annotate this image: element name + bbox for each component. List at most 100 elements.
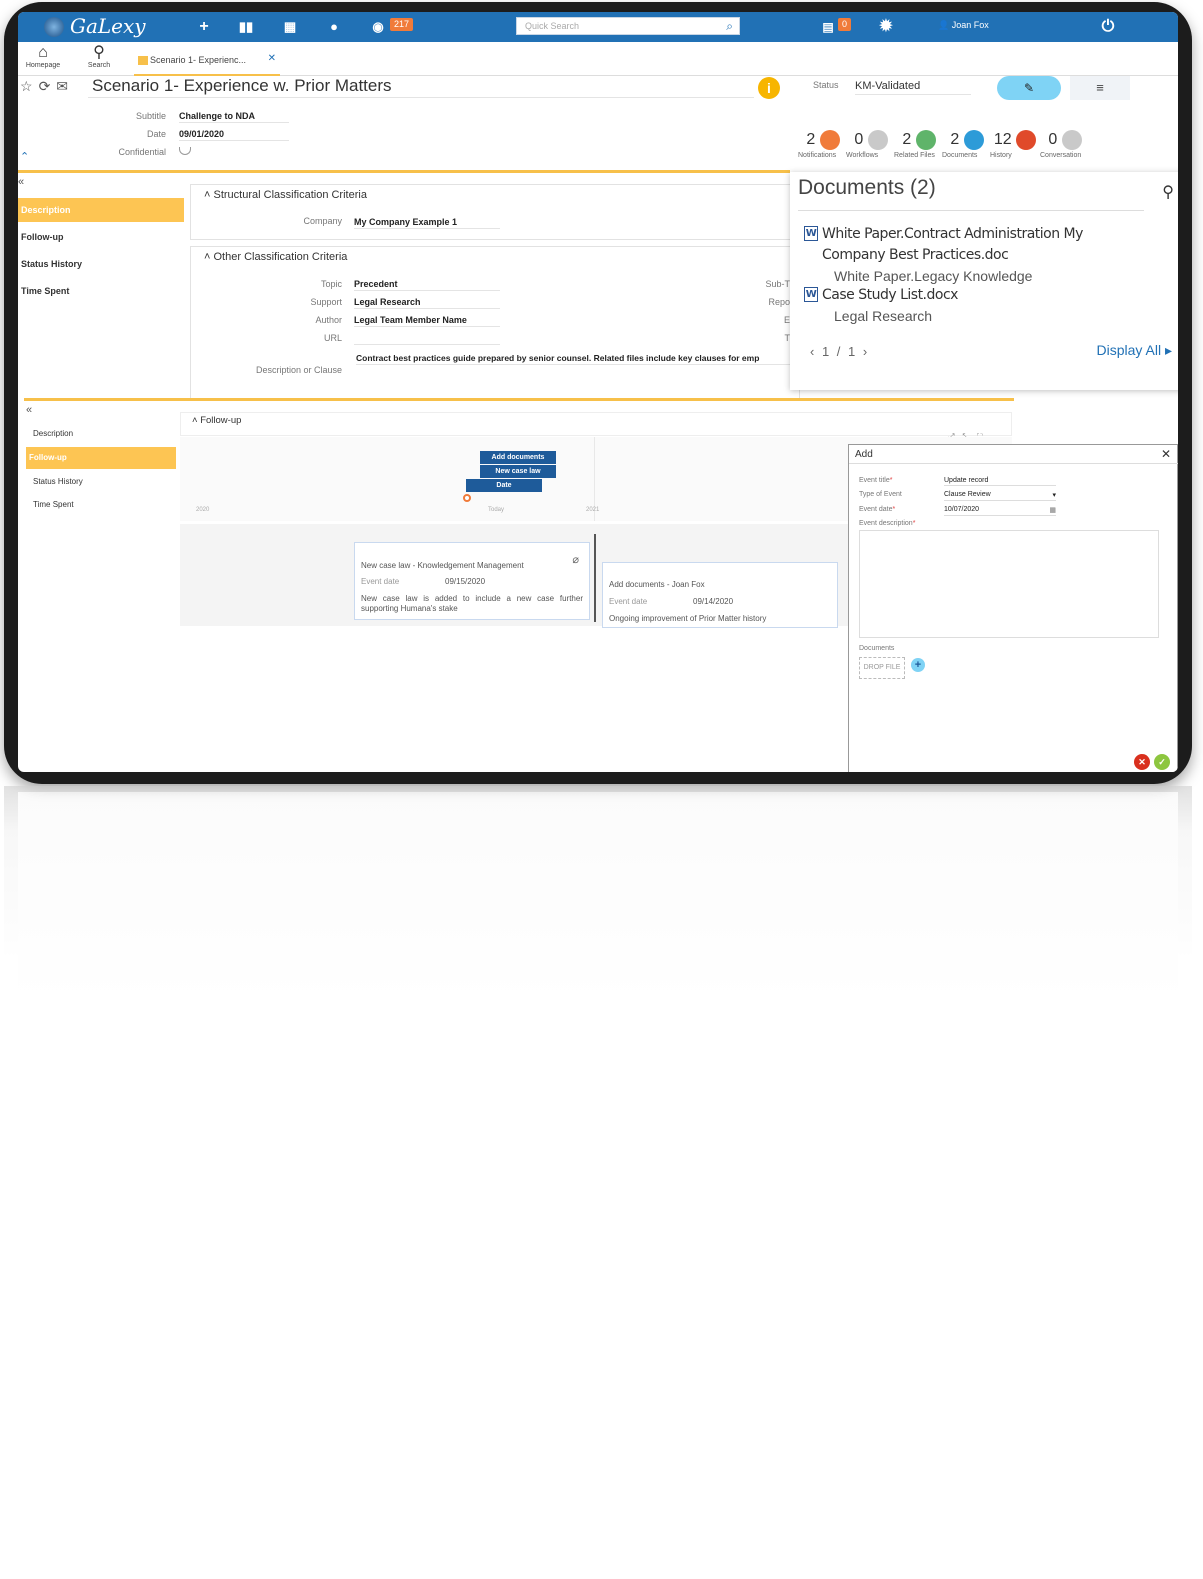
gear-icon[interactable]: ✹: [876, 17, 896, 37]
card-1-text: New case law is added to include a new c…: [361, 594, 583, 613]
add-file-icon[interactable]: +: [911, 658, 925, 672]
document-link-2[interactable]: W Case Study List.docx: [804, 287, 958, 303]
document-link-1[interactable]: W White Paper.Contract Administration My: [804, 226, 1083, 242]
author-value[interactable]: Legal Team Member Name: [354, 315, 500, 327]
followup-card-2[interactable]: Add documents - Joan Fox Event date 09/1…: [602, 562, 838, 628]
card-1-date: 09/15/2020: [445, 577, 486, 586]
chat-icon[interactable]: ●: [324, 17, 344, 37]
timeline-event-new-case-law[interactable]: New case law: [480, 465, 556, 478]
event-type-select[interactable]: Clause Review ▾: [944, 491, 1056, 501]
counter-notifications[interactable]: 2 Notifications: [798, 130, 848, 159]
star-icon[interactable]: ☆: [20, 78, 39, 94]
close-icon[interactable]: ✕: [1161, 447, 1171, 461]
edit-button[interactable]: ✎: [997, 76, 1061, 100]
add-event-dialog: Add ✕ Event title* Update record Type of…: [848, 444, 1178, 772]
app-logo[interactable]: GaLexy: [70, 14, 146, 38]
description-value[interactable]: Contract best practices guide prepared b…: [356, 353, 792, 365]
add-icon[interactable]: +: [194, 17, 214, 37]
collapse-left-icon[interactable]: «: [26, 404, 32, 416]
subtitle-value[interactable]: Challenge to NDA: [179, 111, 289, 123]
magnifier-icon: ⚲: [93, 44, 105, 61]
counter-related-files[interactable]: 2 Related Files: [894, 130, 944, 159]
counter-documents[interactable]: 2 Documents: [942, 130, 992, 159]
event-date-label-text: Event date: [859, 506, 893, 513]
info-icon[interactable]: i: [758, 77, 780, 99]
search-nav-button[interactable]: ⚲ Search: [76, 44, 122, 69]
followup-card-1[interactable]: New case law - Knowledgement Management …: [354, 542, 590, 620]
sidebar-item-time-spent[interactable]: Time Spent: [18, 286, 69, 296]
hamburger-icon: ≡: [1096, 80, 1104, 95]
timeline-event-date[interactable]: Date: [466, 479, 542, 492]
repo-label: Repo: [768, 297, 790, 307]
sidebar2-item-description[interactable]: Description: [30, 429, 73, 438]
collapse-up-icon[interactable]: ⌃: [20, 150, 29, 163]
structural-title[interactable]: ˄ Structural Classification Criteria: [204, 189, 367, 201]
other-title-text: Other Classification Criteria: [213, 251, 348, 263]
event-title-label-text: Event title: [859, 477, 890, 484]
search-icon[interactable]: ⌕: [726, 19, 733, 34]
homepage-button[interactable]: ⌂ Homepage: [20, 44, 66, 69]
topic-value[interactable]: Precedent: [354, 279, 500, 291]
display-all-label: Display All: [1096, 342, 1162, 358]
support-value[interactable]: Legal Research: [354, 297, 500, 309]
messages-icon[interactable]: ▤: [818, 17, 838, 37]
date-value[interactable]: 09/01/2020: [179, 129, 289, 141]
timeline-event-add-documents[interactable]: Add documents: [480, 451, 556, 464]
sidebar-item-follow-up[interactable]: Follow-up: [18, 232, 64, 242]
chart-icon[interactable]: ▮▮: [236, 17, 256, 37]
paperclip-icon[interactable]: ⌀: [572, 553, 579, 566]
sidebar2-item-follow-up[interactable]: Follow-up: [26, 447, 176, 469]
date-label: Date: [146, 129, 166, 139]
event-description-label-text: Event description: [859, 520, 913, 527]
cancel-button[interactable]: ✕: [1134, 754, 1150, 770]
next-page-icon[interactable]: ›: [863, 344, 869, 359]
dashboard-icon[interactable]: ▦: [280, 17, 300, 37]
sidebar-item-description[interactable]: Description: [18, 198, 184, 222]
calendar-icon[interactable]: ▦: [1049, 506, 1056, 514]
quick-search-input[interactable]: Quick Search ⌕: [516, 17, 740, 35]
feed-timeline-line: [594, 534, 596, 622]
user-menu[interactable]: 👤 Joan Fox: [938, 20, 989, 31]
confidential-toggle[interactable]: [179, 147, 191, 155]
structural-title-text: Structural Classification Criteria: [213, 189, 367, 201]
tab-scenario[interactable]: Scenario 1- Experienc... ✕: [134, 46, 280, 76]
display-all-link[interactable]: Display All ▸: [1096, 342, 1172, 359]
search-placeholder: Quick Search: [525, 21, 580, 31]
document-1-name-cont[interactable]: Company Best Practices.doc: [822, 247, 1009, 263]
company-value[interactable]: My Company Example 1: [354, 217, 500, 229]
sidebar2-item-status-history[interactable]: Status History: [30, 477, 83, 486]
menu-button[interactable]: ≡: [1070, 76, 1130, 100]
documents-search-icon[interactable]: ⚲: [1162, 182, 1174, 202]
counter-history[interactable]: 12 History: [990, 130, 1040, 159]
notification-icon[interactable]: ◉: [368, 17, 388, 37]
sidebar-item-status-history[interactable]: Status History: [18, 259, 82, 269]
status-value[interactable]: KM-Validated: [855, 80, 971, 95]
today-marker: [463, 494, 471, 502]
drop-file-zone[interactable]: DROP FILE: [859, 657, 905, 679]
event-date-input[interactable]: 10/07/2020 ▦: [944, 506, 1056, 516]
followup-title[interactable]: ˄ Follow-up: [192, 415, 241, 426]
title-underline: [88, 97, 754, 98]
event-description-textarea[interactable]: [859, 530, 1159, 638]
mail-icon[interactable]: ✉: [56, 78, 74, 94]
tab-label: Scenario 1- Experienc...: [150, 55, 247, 65]
card-2-date-label: Event date: [609, 597, 648, 606]
chevron-down-icon: ▾: [1052, 492, 1056, 499]
event-title-input[interactable]: Update record: [944, 477, 1056, 486]
counter-workflows[interactable]: 0 Workflows: [846, 130, 896, 159]
messages-badge: 0: [838, 18, 852, 31]
notification-badge: 217: [390, 18, 414, 31]
close-tab-icon[interactable]: ✕: [268, 53, 276, 64]
user-icon: 👤: [938, 20, 950, 30]
subtype-label: Sub-T: [765, 279, 790, 289]
confirm-button[interactable]: ✓: [1154, 754, 1170, 770]
documents-divider: [798, 210, 1144, 211]
power-icon[interactable]: ⏻: [1098, 17, 1118, 37]
other-title[interactable]: ˄ Other Classification Criteria: [204, 251, 347, 263]
collapse-left-icon[interactable]: «: [18, 176, 24, 188]
refresh-icon[interactable]: ⟳: [39, 78, 57, 94]
url-value[interactable]: [354, 334, 500, 345]
sidebar2-item-time-spent[interactable]: Time Spent: [30, 500, 74, 509]
counter-conversation[interactable]: 0 Conversation: [1040, 130, 1090, 159]
prev-page-icon[interactable]: ‹: [810, 344, 816, 359]
